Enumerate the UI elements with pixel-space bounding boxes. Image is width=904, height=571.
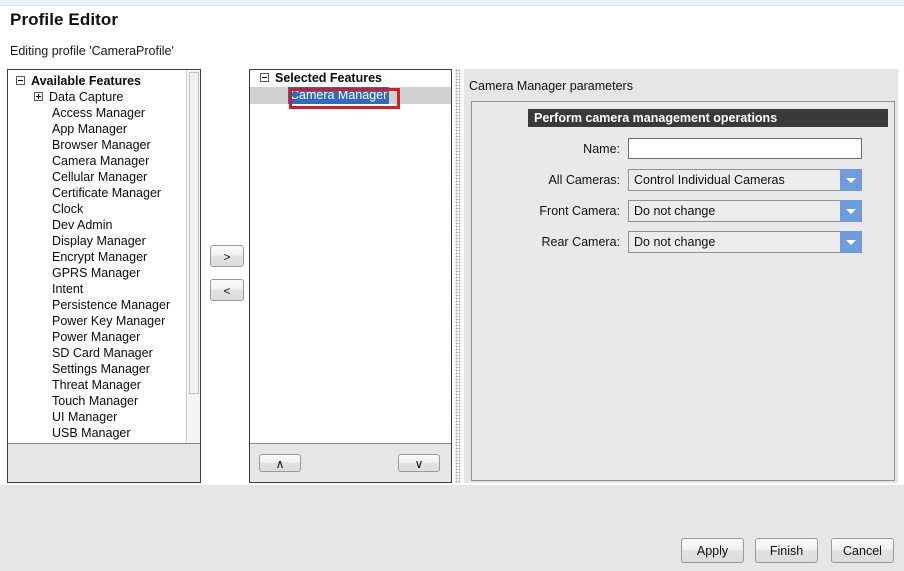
- profile-subtitle: Editing profile 'CameraProfile': [10, 44, 174, 58]
- tree-item-label: Access Manager: [52, 106, 146, 120]
- tree-item[interactable]: SD Card Manager: [8, 345, 186, 361]
- tree-item[interactable]: App Manager: [8, 121, 186, 137]
- tree-item-label: Touch Manager: [52, 394, 139, 408]
- tree-item-label: Clock: [52, 202, 84, 216]
- panel-splitter-sash[interactable]: [455, 69, 461, 483]
- parameters-area: Camera Manager parameters Perform camera…: [464, 69, 898, 483]
- selected-feature-row[interactable]: Camera Manager: [250, 87, 451, 104]
- selected-panel-footer: ∧ ∨: [250, 444, 451, 482]
- parameter-dropdown[interactable]: Control Individual Cameras: [628, 169, 862, 191]
- tree-item[interactable]: UI Manager: [8, 409, 186, 425]
- tree-item[interactable]: Clock: [8, 201, 186, 217]
- parameters-group-box: Perform camera management operations Nam…: [471, 101, 895, 481]
- available-features-panel: Available Features Data Capture Access Man…: [7, 69, 201, 483]
- add-feature-button[interactable]: >: [210, 245, 244, 267]
- finish-button[interactable]: Finish: [755, 538, 818, 563]
- tree-item-label: Persistence Manager: [52, 298, 171, 312]
- tree-item[interactable]: Encrypt Manager: [8, 249, 186, 265]
- tree-item-label: Certificate Manager: [52, 186, 162, 200]
- collapse-box-icon[interactable]: [16, 76, 25, 86]
- tree-item[interactable]: Display Manager: [8, 233, 186, 249]
- parameter-label: All Cameras:: [548, 173, 620, 187]
- parameter-label: Front Camera:: [539, 204, 620, 218]
- scrollbar-thumb[interactable]: [189, 72, 199, 394]
- tree-item-label: Dev Admin: [52, 218, 113, 232]
- tree-item-label: Threat Manager: [52, 378, 141, 392]
- dropdown-value[interactable]: Do not change: [628, 200, 840, 222]
- tree-item[interactable]: Threat Manager: [8, 377, 186, 393]
- available-panel-footer: [8, 444, 200, 482]
- tree-item[interactable]: Access Manager: [8, 105, 186, 121]
- chevron-down-icon[interactable]: [840, 169, 862, 191]
- window-top-accent-strip: [0, 0, 904, 6]
- parameter-dropdown[interactable]: Do not change: [628, 231, 862, 253]
- tree-item-label: Power Manager: [52, 330, 141, 344]
- move-down-button[interactable]: ∨: [398, 454, 440, 472]
- tree-item-label: Settings Manager: [52, 362, 150, 376]
- cancel-button[interactable]: Cancel: [831, 538, 894, 563]
- tree-item[interactable]: Persistence Manager: [8, 297, 186, 313]
- tree-item-label: GPRS Manager: [52, 266, 141, 280]
- chevron-down-icon[interactable]: [840, 231, 862, 253]
- name-input[interactable]: [628, 138, 862, 159]
- tree-item[interactable]: Camera Manager: [8, 153, 186, 169]
- available-features-list: Available Features Data Capture Access Man…: [8, 73, 186, 441]
- parameter-row: Name:: [472, 138, 896, 162]
- parameters-title: Camera Manager parameters: [469, 79, 633, 93]
- parameter-row: Front Camera: Do not change: [472, 200, 896, 224]
- tree-item-label: SD Card Manager: [52, 346, 153, 360]
- tree-item-label: Camera Manager: [52, 154, 150, 168]
- parameter-dropdown[interactable]: Do not change: [628, 200, 862, 222]
- selected-features-root[interactable]: Selected Features: [250, 70, 451, 87]
- remove-feature-button[interactable]: <: [210, 279, 244, 301]
- tree-item[interactable]: Intent: [8, 281, 186, 297]
- tree-item[interactable]: Touch Manager: [8, 393, 186, 409]
- page-title: Profile Editor: [10, 10, 119, 29]
- dialog-footer: Apply Finish Cancel: [0, 485, 904, 571]
- tree-item-label: Power Key Manager: [52, 314, 166, 328]
- tree-item[interactable]: GPRS Manager: [8, 265, 186, 281]
- tree-item[interactable]: Power Manager: [8, 329, 186, 345]
- selected-feature-label: Camera Manager: [288, 87, 390, 104]
- chevron-down-icon[interactable]: [840, 200, 862, 222]
- tree-item-label: Encrypt Manager: [52, 250, 148, 264]
- tree-item[interactable]: Browser Manager: [8, 137, 186, 153]
- selected-features-panel: Selected Features Camera Manager ∧ ∨: [249, 69, 452, 483]
- tree-item[interactable]: Power Key Manager: [8, 313, 186, 329]
- selected-features-tree[interactable]: Selected Features Camera Manager: [250, 70, 451, 444]
- tree-item-label: Data Capture: [49, 90, 124, 104]
- parameter-row: Rear Camera: Do not change: [472, 231, 896, 255]
- dropdown-value[interactable]: Control Individual Cameras: [628, 169, 840, 191]
- parameter-label: Name:: [583, 142, 620, 156]
- tree-item-label: Display Manager: [52, 234, 146, 248]
- tree-item[interactable]: Data Capture: [8, 89, 186, 105]
- tree-item[interactable]: USB Manager: [8, 425, 186, 441]
- tree-item-label: Cellular Manager: [52, 170, 148, 184]
- apply-button[interactable]: Apply: [681, 538, 744, 563]
- tree-item-label: Browser Manager: [52, 138, 151, 152]
- move-up-button[interactable]: ∧: [259, 454, 301, 472]
- collapse-box-icon[interactable]: [260, 73, 269, 83]
- parameter-row: All Cameras: Control Individual Cameras: [472, 169, 896, 193]
- parameters-section-header: Perform camera management operations: [528, 109, 888, 127]
- tree-item-label: Intent: [52, 282, 84, 296]
- expand-box-icon[interactable]: [34, 92, 43, 102]
- tree-item[interactable]: Certificate Manager: [8, 185, 186, 201]
- selected-feature-highlight: Camera Manager: [288, 87, 390, 104]
- available-features-root-label: Available Features: [31, 74, 142, 88]
- available-features-tree[interactable]: Available Features Data Capture Access Man…: [8, 70, 200, 444]
- tree-item-label: UI Manager: [52, 410, 118, 424]
- tree-item[interactable]: Settings Manager: [8, 361, 186, 377]
- selected-features-root-label: Selected Features: [275, 71, 382, 85]
- available-features-scrollbar[interactable]: [186, 70, 200, 443]
- tree-item[interactable]: Dev Admin: [8, 217, 186, 233]
- tree-item-label: App Manager: [52, 122, 128, 136]
- available-features-root[interactable]: Available Features: [8, 73, 186, 89]
- tree-item-label: USB Manager: [52, 426, 131, 440]
- parameter-label: Rear Camera:: [541, 235, 621, 249]
- dropdown-value[interactable]: Do not change: [628, 231, 840, 253]
- tree-item[interactable]: Cellular Manager: [8, 169, 186, 185]
